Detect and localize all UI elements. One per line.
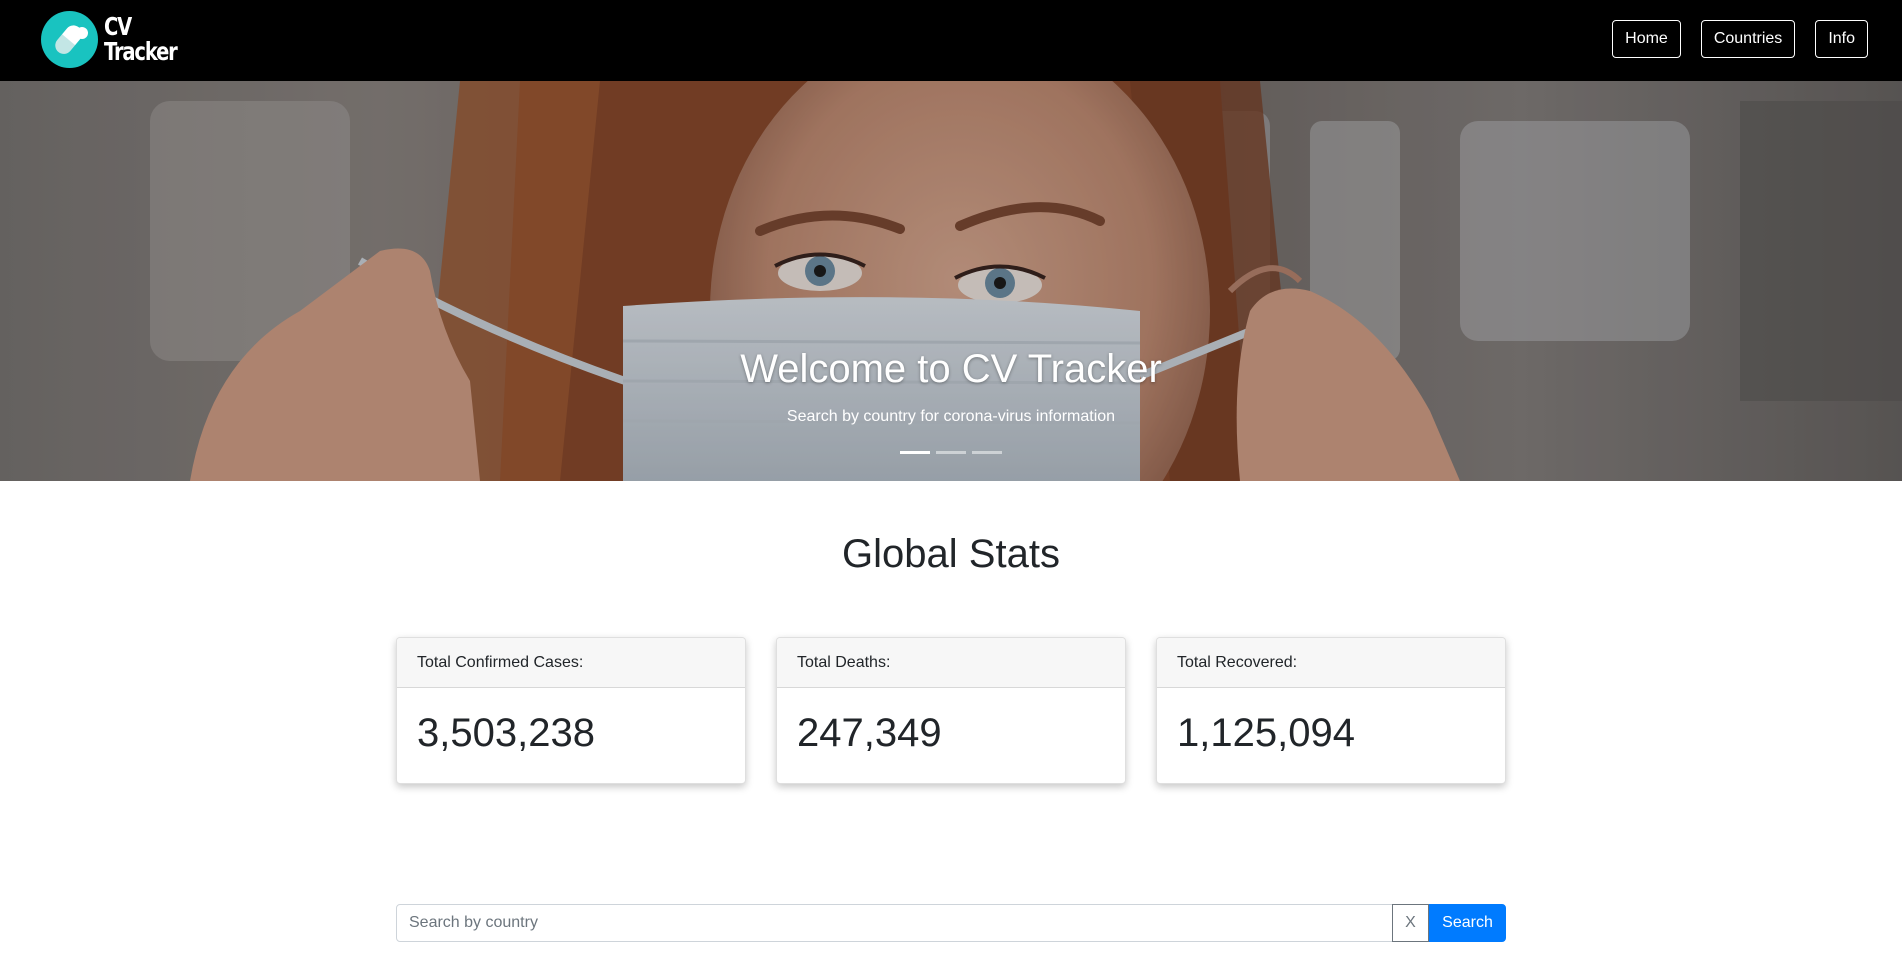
stat-card-deaths: Total Deaths: 247,349 [776, 637, 1126, 784]
search-button[interactable]: Search [1429, 904, 1506, 942]
hero-title: Welcome to CV Tracker [740, 347, 1162, 391]
stat-card-confirmed: Total Confirmed Cases: 3,503,238 [396, 637, 746, 784]
stat-card-label: Total Deaths: [777, 638, 1125, 688]
carousel-indicators [0, 451, 1902, 454]
stat-card-value: 1,125,094 [1177, 711, 1355, 755]
stat-card-value: 247,349 [797, 711, 942, 755]
carousel-indicator-1[interactable] [900, 451, 930, 454]
carousel-caption: Welcome to CV Tracker Search by country … [0, 345, 1902, 429]
stat-card-recovered: Total Recovered: 1,125,094 [1156, 637, 1506, 784]
carousel-indicator-3[interactable] [972, 451, 1002, 454]
stat-card-label: Total Confirmed Cases: [397, 638, 745, 688]
nav-countries-button[interactable]: Countries [1700, 20, 1796, 58]
brand-line-1: CV [104, 12, 132, 41]
stat-card-label: Total Recovered: [1157, 638, 1505, 688]
pill-logo-icon [41, 10, 98, 68]
carousel-indicator-2[interactable] [936, 451, 966, 454]
global-stats-title: Global Stats [842, 532, 1060, 576]
brand-name: CV Tracker [104, 12, 178, 66]
country-search-group: X Search [396, 904, 1506, 942]
clear-search-button[interactable]: X [1392, 904, 1429, 942]
hero-carousel[interactable]: Welcome to CV Tracker Search by country … [0, 81, 1902, 481]
country-search-input[interactable] [396, 904, 1393, 942]
brand-logo-link[interactable]: CV Tracker [41, 10, 197, 68]
nav-home-button[interactable]: Home [1612, 20, 1681, 58]
nav-info-button[interactable]: Info [1815, 20, 1868, 58]
nav-links: Home Countries Info [1612, 20, 1868, 58]
navbar: CV Tracker Home Countries Info [0, 0, 1902, 81]
stat-card-value: 3,503,238 [417, 711, 595, 755]
brand-line-2: Tracker [104, 37, 178, 66]
hero-subtitle: Search by country for corona-virus infor… [786, 408, 1116, 425]
